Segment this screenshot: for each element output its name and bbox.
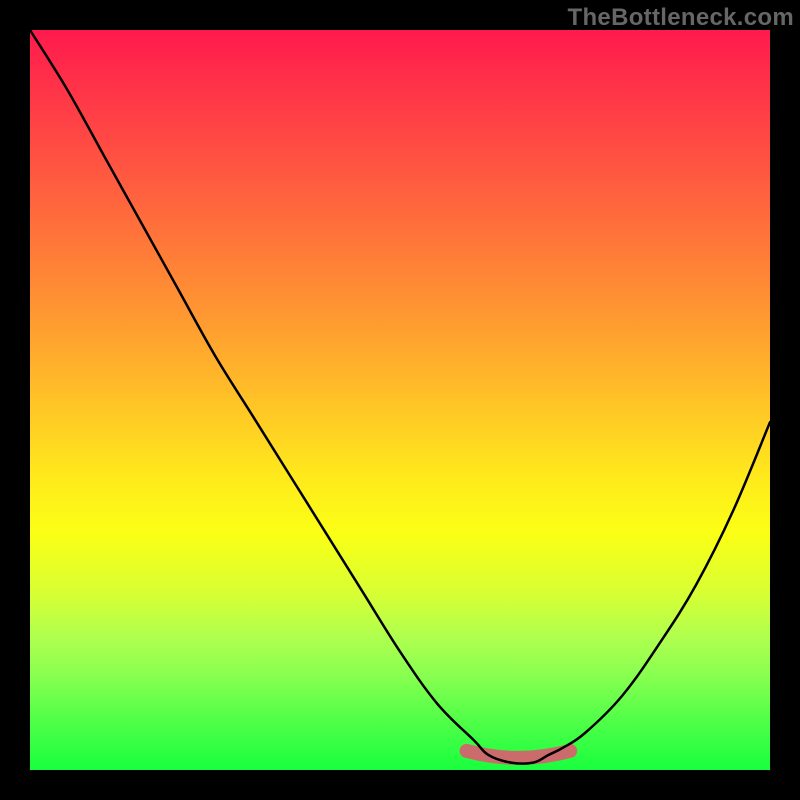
watermark-label: TheBottleneck.com xyxy=(568,4,794,32)
chart-svg xyxy=(30,30,770,770)
bottleneck-chart: TheBottleneck.com xyxy=(0,0,800,800)
plot-area xyxy=(30,30,770,770)
bottleneck-curve xyxy=(30,30,770,764)
